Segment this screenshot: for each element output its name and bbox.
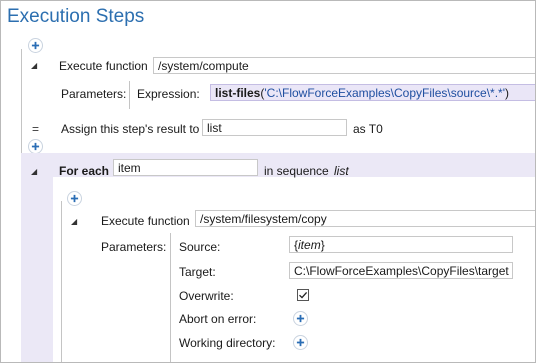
- execution-steps-panel: Execution Steps ◢ Execute function /syst…: [0, 0, 536, 363]
- execute-function-label-2: Execute function: [101, 214, 190, 228]
- target-label: Target:: [179, 265, 216, 279]
- page-title: Execution Steps: [7, 6, 145, 27]
- working-directory-label: Working directory:: [179, 336, 276, 350]
- parameters-divider-2: [170, 233, 171, 362]
- add-step-button[interactable]: [28, 38, 43, 53]
- expression-argument: 'C:\FlowForceExamples\CopyFiles\source\*…: [264, 86, 506, 100]
- overwrite-label: Overwrite:: [179, 289, 234, 303]
- source-input[interactable]: {item}: [289, 236, 513, 253]
- inner-guide-line: [61, 201, 62, 362]
- expression-function-name: list-files: [215, 86, 261, 100]
- add-abort-on-error-button[interactable]: [293, 311, 308, 326]
- plus-circle-icon: [31, 41, 40, 50]
- overwrite-checkbox[interactable]: [297, 289, 309, 301]
- as-type-label: as T0: [353, 122, 383, 136]
- function-path-input[interactable]: /system/compute: [153, 57, 535, 74]
- collapse-step1-icon[interactable]: ◢: [31, 61, 37, 70]
- assign-equals-glyph: =: [32, 122, 40, 136]
- expression-label: Expression:: [137, 87, 200, 101]
- target-input[interactable]: C:\FlowForceExamples\CopyFiles\target: [289, 262, 513, 279]
- sequence-value: list: [334, 164, 349, 178]
- collapse-step2-icon[interactable]: ◢: [71, 217, 77, 226]
- expression-close-paren: ): [505, 86, 510, 100]
- checkmark-icon: [299, 291, 308, 299]
- for-each-item-input[interactable]: item: [113, 159, 258, 176]
- source-value: item: [298, 238, 321, 252]
- in-sequence-label: in sequence: [264, 164, 329, 178]
- collapse-foreach-icon[interactable]: ◢: [31, 167, 37, 176]
- parameters-label: Parameters:: [61, 87, 127, 101]
- plus-circle-icon: [70, 194, 79, 203]
- function-path-input-2[interactable]: /system/filesystem/copy: [195, 210, 535, 227]
- assign-result-input[interactable]: list: [202, 119, 347, 136]
- abort-on-error-label: Abort on error:: [179, 312, 257, 326]
- plus-circle-icon: [296, 338, 305, 347]
- assign-result-label: Assign this step's result to: [61, 122, 200, 136]
- source-label: Source:: [179, 240, 221, 254]
- add-inner-step-button[interactable]: [67, 191, 82, 206]
- parameters-label-2: Parameters:: [101, 240, 167, 254]
- for-each-label: For each: [59, 164, 110, 178]
- add-working-directory-button[interactable]: [293, 335, 308, 350]
- expression-input[interactable]: list-files('C:\FlowForceExamples\CopyFil…: [210, 84, 535, 101]
- parameters-divider: [129, 81, 130, 109]
- execute-function-label: Execute function: [59, 59, 148, 73]
- source-close-brace: }: [320, 238, 325, 252]
- plus-circle-icon: [31, 142, 40, 151]
- add-step-button-2[interactable]: [28, 139, 43, 154]
- plus-circle-icon: [296, 314, 305, 323]
